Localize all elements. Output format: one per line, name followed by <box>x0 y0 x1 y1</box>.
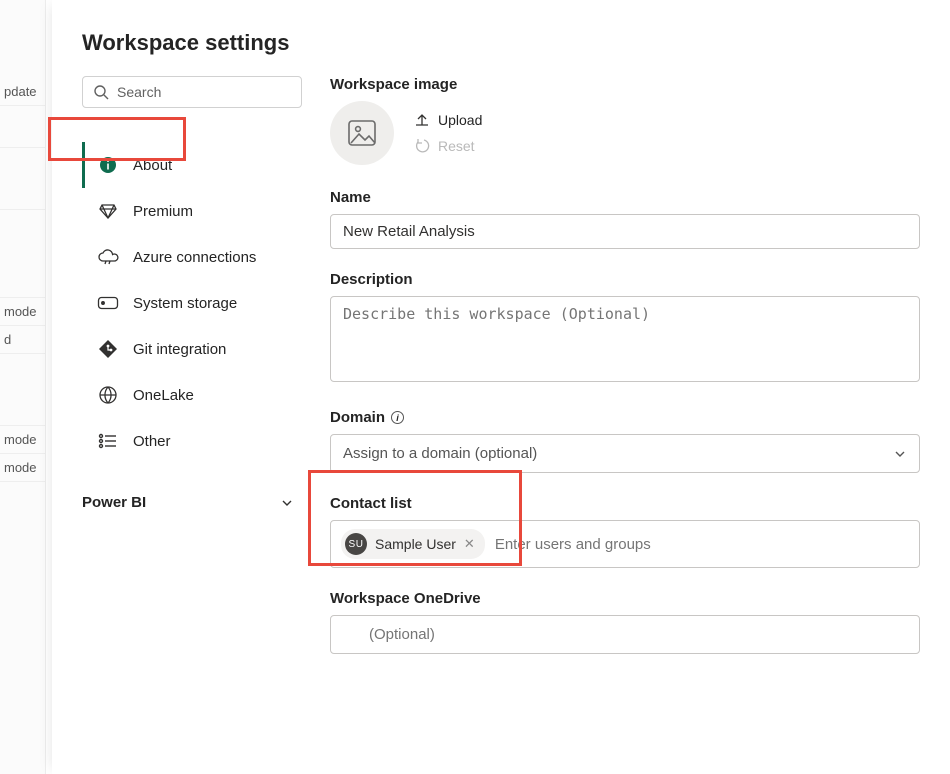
contact-input[interactable]: SU Sample User ✕ <box>330 520 920 568</box>
bg-row <box>0 210 45 298</box>
nav-about[interactable]: About <box>82 142 302 188</box>
nav-label: Azure connections <box>133 249 256 266</box>
diamond-icon <box>97 200 119 222</box>
bg-row <box>0 148 45 210</box>
bg-row: mode <box>0 298 45 326</box>
search-icon <box>93 84 109 100</box>
workspace-image-placeholder[interactable] <box>330 101 394 165</box>
nav-label: Premium <box>133 203 193 220</box>
description-label: Description <box>330 271 920 288</box>
bg-row: pdate <box>0 78 45 106</box>
nav-azure[interactable]: Azure connections <box>82 234 302 280</box>
chevron-down-icon <box>893 447 907 461</box>
search-placeholder: Search <box>117 84 161 100</box>
info-icon[interactable]: i <box>391 411 404 424</box>
bg-row: mode <box>0 454 45 482</box>
upload-label: Upload <box>438 112 482 128</box>
remove-chip-icon[interactable]: ✕ <box>464 536 475 552</box>
onedrive-input[interactable] <box>330 615 920 654</box>
background-list: pdate mode d mode mode <box>0 0 46 774</box>
contact-chip: SU Sample User ✕ <box>341 529 485 559</box>
contact-text-input[interactable] <box>495 536 909 553</box>
nav-onelake[interactable]: OneLake <box>82 372 302 418</box>
info-icon <box>97 154 119 176</box>
nav-git[interactable]: Git integration <box>82 326 302 372</box>
storage-icon <box>97 292 119 314</box>
reset-label: Reset <box>438 138 475 154</box>
cloud-icon <box>97 246 119 268</box>
name-input[interactable] <box>330 214 920 249</box>
bg-row: d <box>0 326 45 354</box>
image-icon <box>347 119 377 147</box>
bg-row <box>0 106 45 148</box>
nav-label: Other <box>133 433 171 450</box>
nav-label: OneLake <box>133 387 194 404</box>
reset-button: Reset <box>414 138 482 154</box>
nav-label: Git integration <box>133 341 226 358</box>
domain-label-text: Domain <box>330 409 385 426</box>
nav-label: About <box>133 157 172 174</box>
reset-icon <box>414 138 430 154</box>
nav-other[interactable]: Other <box>82 418 302 464</box>
contact-label: Contact list <box>330 495 920 512</box>
domain-placeholder: Assign to a domain (optional) <box>343 445 537 462</box>
globe-icon <box>97 384 119 406</box>
chip-name: Sample User <box>375 536 456 552</box>
name-label: Name <box>330 189 920 206</box>
onedrive-label: Workspace OneDrive <box>330 590 920 607</box>
nav-label: System storage <box>133 295 237 312</box>
upload-button[interactable]: Upload <box>414 112 482 128</box>
subsection-label: Power BI <box>82 494 146 511</box>
bg-row <box>0 354 45 426</box>
description-input[interactable] <box>330 296 920 382</box>
nav-storage[interactable]: System storage <box>82 280 302 326</box>
form-column: Workspace image Upload Reset <box>330 76 920 676</box>
side-column: Search About Premium Azure connections <box>82 76 302 676</box>
subsection-powerbi[interactable]: Power BI <box>82 482 302 523</box>
list-icon <box>97 430 119 452</box>
git-icon <box>97 338 119 360</box>
upload-icon <box>414 112 430 128</box>
avatar: SU <box>345 533 367 555</box>
nav-premium[interactable]: Premium <box>82 188 302 234</box>
bg-row: mode <box>0 426 45 454</box>
domain-label: Domain i <box>330 409 920 426</box>
domain-select[interactable]: Assign to a domain (optional) <box>330 434 920 473</box>
page-title: Workspace settings <box>82 30 920 56</box>
search-input[interactable]: Search <box>82 76 302 108</box>
chevron-down-icon <box>280 496 294 510</box>
image-label: Workspace image <box>330 76 920 93</box>
settings-panel: Workspace settings Search About <box>52 0 950 774</box>
